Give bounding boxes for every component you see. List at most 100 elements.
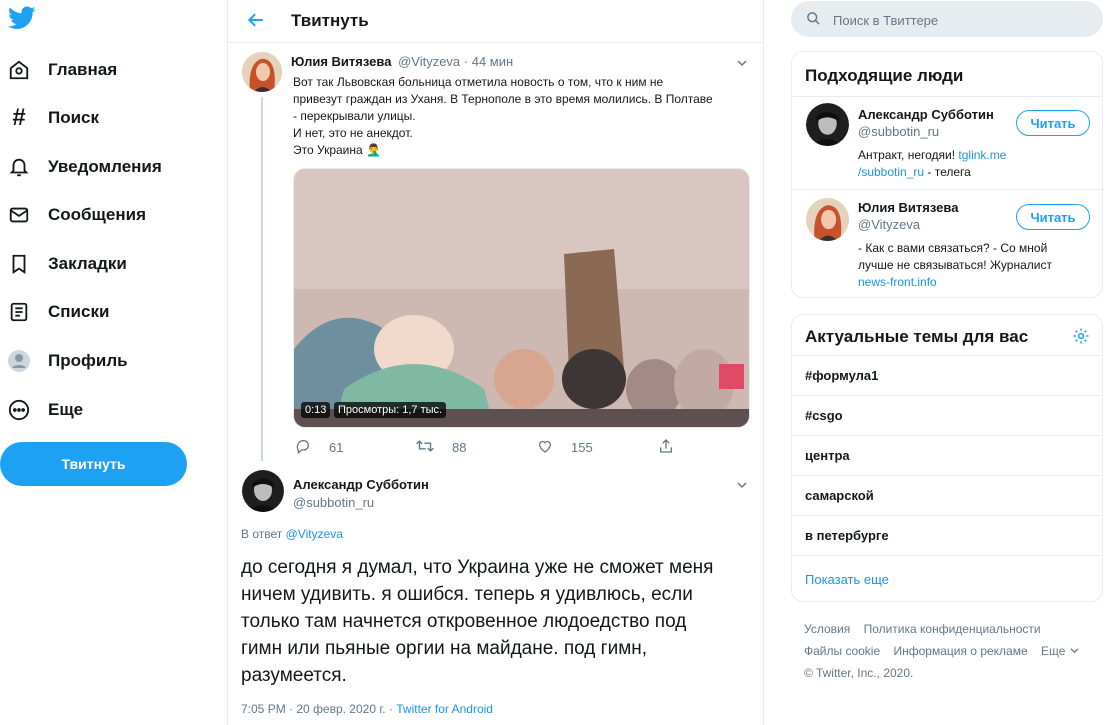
footer-cookies-link[interactable]: Файлы cookie <box>804 644 880 658</box>
bio-link[interactable]: tglink.me <box>958 148 1006 162</box>
reply-count: 61 <box>329 440 344 455</box>
tweet-text: Вот так Львовская больница отметила ново… <box>293 74 753 159</box>
nav-label: Профиль <box>48 351 128 370</box>
main-column: Твитнуть Юлия Витязева @Vityzeva · 44 ми… <box>227 0 764 725</box>
trend-name: #csgo <box>805 408 843 423</box>
tweet-text-line: до сегодня я думал, что Украина уже не с… <box>241 557 714 578</box>
panel-title: Подходящие люди <box>805 66 964 85</box>
nav-item-messages[interactable]: Сообщения <box>6 195 146 235</box>
nav-item-profile[interactable]: Профиль <box>6 341 128 381</box>
footer-copyright: © Twitter, Inc., 2020. <box>804 666 914 680</box>
bio-text: лучше не связываться! Журналист <box>858 258 1052 272</box>
author-name[interactable]: Юлия Витязева <box>291 54 391 69</box>
back-arrow-icon[interactable] <box>246 10 266 35</box>
trend-name: в петербурге <box>805 528 889 543</box>
nav-label: Поиск <box>48 108 100 127</box>
search-icon <box>806 11 821 31</box>
retweet-button[interactable]: 88 <box>416 438 466 457</box>
user-suggestion[interactable]: Юлия Витязева @Vityzeva Читать - Как с в… <box>792 189 1102 297</box>
video-player[interactable]: 0:13 Просмотры: 1,7 тыс. <box>293 168 750 428</box>
trend-name: самарской <box>805 488 874 503</box>
footer-ads-link[interactable]: Информация о рекламе <box>894 644 1028 658</box>
footer: Условия Политика конфиденциальности Файл… <box>804 618 1099 684</box>
suggested-user-handle[interactable]: @Vityzeva <box>858 217 920 232</box>
show-more-label: Показать еще <box>805 572 889 587</box>
trend-name: центра <box>805 448 850 463</box>
nav-item-notifications[interactable]: Уведомления <box>6 147 162 187</box>
follow-button[interactable]: Читать <box>1016 110 1090 136</box>
search-input[interactable] <box>831 1 1095 39</box>
tweet-text: до сегодня я думал, что Украина уже не с… <box>241 554 756 689</box>
heart-icon <box>537 438 563 457</box>
left-navigation: Главная # Поиск Уведомления Сообщения За… <box>0 0 227 725</box>
chevron-down-icon[interactable] <box>737 55 747 67</box>
like-button[interactable]: 155 <box>537 438 593 457</box>
mail-icon <box>6 202 32 228</box>
tweet-text-line: разумеется. <box>241 665 347 686</box>
trend-item[interactable]: #формула1 <box>792 355 1102 395</box>
trend-item[interactable]: #csgo <box>792 395 1102 435</box>
tweet-text-line: Это Украина 🤦‍♂️ <box>293 143 381 157</box>
nav-item-bookmarks[interactable]: Закладки <box>6 244 127 284</box>
trend-item[interactable]: в петербурге <box>792 515 1102 555</box>
trend-item[interactable]: центра <box>792 435 1102 475</box>
avatar[interactable] <box>806 198 849 241</box>
twitter-logo-icon[interactable] <box>8 6 36 35</box>
tweet-timestamp[interactable]: 7:05 PM · 20 февр. 2020 г. · <box>241 702 396 716</box>
reply-prefix: В ответ <box>241 527 283 541</box>
video-duration: 0:13 <box>301 402 331 418</box>
tweet-time[interactable]: · 44 мин <box>464 54 513 69</box>
avatar[interactable] <box>242 470 284 512</box>
gear-icon[interactable] <box>1072 327 1090 350</box>
nav-item-home[interactable]: Главная <box>6 50 117 90</box>
tweet-source-link[interactable]: Twitter for Android <box>396 702 493 716</box>
nav-item-explore[interactable]: # Поиск <box>6 98 99 138</box>
nav-label: Списки <box>48 302 110 321</box>
author-handle[interactable]: @subbotin_ru <box>293 495 374 510</box>
nav-item-more[interactable]: Еще <box>6 390 83 430</box>
avatar[interactable] <box>242 52 282 92</box>
user-suggestion[interactable]: Александр Субботин @subbotin_ru Читать А… <box>792 96 1102 191</box>
footer-more-link[interactable]: Еще <box>1041 644 1065 658</box>
suggested-user-name[interactable]: Юлия Витязева <box>858 200 958 215</box>
trend-name: #формула1 <box>805 368 879 383</box>
share-icon <box>658 438 684 457</box>
bio-text: - телега <box>924 165 971 179</box>
bell-icon <box>6 154 32 180</box>
reply-button[interactable]: 61 <box>295 438 343 457</box>
avatar[interactable] <box>806 103 849 146</box>
nav-label: Закладки <box>48 254 127 273</box>
bookmark-icon <box>6 251 32 277</box>
who-to-follow-panel: Подходящие люди Александр Субботин @subb… <box>791 51 1103 298</box>
share-button[interactable] <box>658 438 684 457</box>
search-box[interactable] <box>791 1 1103 39</box>
chevron-down-icon[interactable] <box>1070 644 1079 658</box>
footer-privacy-link[interactable]: Политика конфиденциальности <box>864 622 1041 636</box>
bio-link[interactable]: /subbotin_ru <box>858 165 924 179</box>
author-name[interactable]: Александр Субботин <box>293 477 429 492</box>
panel-title: Актуальные темы для вас <box>805 327 1029 346</box>
retweet-icon <box>416 438 444 457</box>
reply-icon <box>295 438 321 457</box>
list-icon <box>6 299 32 325</box>
reply-to-link[interactable]: @Vityzeva <box>286 527 343 541</box>
trend-item[interactable]: самарской <box>792 475 1102 515</box>
tweet-text-line: И нет, это не анекдот. <box>293 126 413 140</box>
like-count: 155 <box>571 440 593 455</box>
video-thumbnail <box>294 169 749 427</box>
nav-label: Уведомления <box>48 157 162 176</box>
suggested-user-name[interactable]: Александр Субботин <box>858 107 994 122</box>
tweet-button[interactable]: Твитнуть <box>0 442 187 486</box>
show-more-link[interactable]: Показать еще <box>792 555 1102 601</box>
chevron-down-icon[interactable] <box>737 477 747 489</box>
footer-terms-link[interactable]: Условия <box>804 622 850 636</box>
video-views: Просмотры: 1,7 тыс. <box>334 402 447 418</box>
tweet-text-line: привезут граждан из Уханя. В Тернополе в… <box>293 92 713 106</box>
retweet-count: 88 <box>452 440 467 455</box>
follow-button[interactable]: Читать <box>1016 204 1090 230</box>
bio-link[interactable]: news-front.info <box>858 275 937 289</box>
nav-item-lists[interactable]: Списки <box>6 292 109 332</box>
author-handle[interactable]: @Vityzeva <box>398 54 460 69</box>
page-header: Твитнуть <box>228 0 763 43</box>
suggested-user-handle[interactable]: @subbotin_ru <box>858 124 939 139</box>
